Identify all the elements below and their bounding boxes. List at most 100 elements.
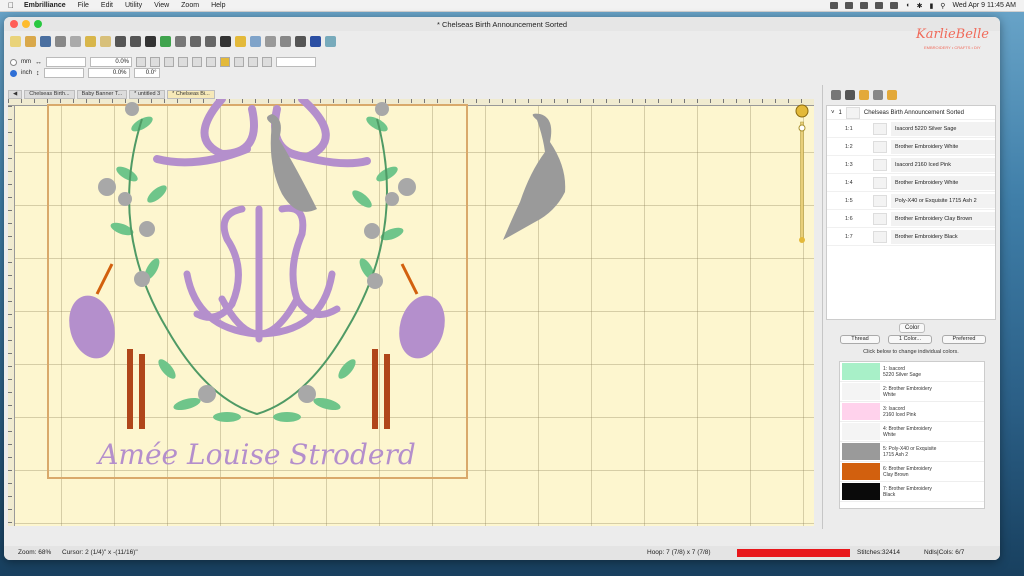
status-icon[interactable] [860, 2, 869, 9]
search-icon[interactable]: ⚲ [940, 2, 945, 10]
expand-icon[interactable]: ˅ [831, 110, 835, 116]
resequence-icon[interactable] [831, 90, 841, 100]
one-color-button[interactable]: 1 Color... [888, 335, 932, 344]
save-icon[interactable] [40, 36, 51, 47]
slider-handle[interactable] [798, 124, 806, 132]
menu-help[interactable]: Help [211, 2, 225, 9]
lock-icon[interactable] [859, 90, 869, 100]
status-icon[interactable] [845, 2, 854, 9]
paste-icon[interactable] [100, 36, 111, 47]
menu-zoom[interactable]: Zoom [181, 2, 199, 9]
help-button[interactable] [220, 57, 230, 67]
height-field[interactable] [43, 68, 84, 78]
mirror-button[interactable] [178, 57, 188, 67]
stork-object[interactable] [495, 112, 575, 242]
sequence-row[interactable]: 1:2 Brother Embroidery White [827, 138, 995, 156]
width-field[interactable] [46, 57, 86, 67]
sequence-row[interactable]: 1:7 Brother Embroidery Black [827, 228, 995, 246]
height-pct-field[interactable]: 0.0% [87, 68, 130, 78]
split-icon[interactable] [280, 36, 291, 47]
text-icon[interactable] [310, 36, 321, 47]
status-icon[interactable] [875, 2, 884, 9]
lock-ratio-button[interactable] [136, 57, 146, 67]
zoom-slider[interactable] [795, 102, 809, 247]
status-icon[interactable] [830, 2, 839, 9]
thread-button[interactable]: Thread [840, 335, 880, 344]
sequence-design-row[interactable]: ˅ 1 Chelseas Birth Announcement Sorted [827, 106, 995, 120]
print-icon[interactable] [55, 36, 66, 47]
image-icon[interactable] [325, 36, 336, 47]
menu-edit[interactable]: Edit [101, 2, 113, 9]
align-button[interactable] [192, 57, 202, 67]
rotation-field[interactable]: 0.0° [133, 68, 160, 78]
color-swatch[interactable] [842, 483, 880, 500]
copy-icon[interactable] [85, 36, 96, 47]
cut-icon[interactable] [70, 36, 81, 47]
color-tab[interactable]: Color [899, 323, 926, 333]
color-swatch[interactable] [842, 383, 880, 400]
sequence-row[interactable]: 1:5 Poly-X40 or Exquisite 1715 Ash 2 [827, 192, 995, 210]
hoop-icon[interactable] [205, 36, 216, 47]
chart-icon[interactable] [160, 36, 171, 47]
nudge-up-button[interactable] [248, 57, 258, 67]
color-row[interactable]: 1: Isacord 5220 Silver Sage [840, 362, 984, 382]
color-row[interactable]: 5: Poly-X40 or Exquisite 1715 Ash 2 [840, 442, 984, 462]
undo-icon[interactable] [115, 36, 126, 47]
menu-file[interactable]: File [78, 2, 89, 9]
menu-app[interactable]: Embrilliance [24, 2, 66, 9]
new-icon[interactable] [10, 36, 21, 47]
rotate-left-button[interactable] [150, 57, 160, 67]
tab-document-2[interactable]: Baby Banner T... [76, 90, 128, 99]
properties-icon[interactable] [845, 90, 855, 100]
color-swatch[interactable] [842, 363, 880, 380]
tab-document-4[interactable]: * Chelseas Bi... [167, 90, 215, 99]
color-row[interactable]: 4: Brother Embroidery White [840, 422, 984, 442]
open-icon[interactable] [25, 36, 36, 47]
color-row[interactable]: 3: Isacord 2160 Iced Pink [840, 402, 984, 422]
color-row[interactable]: 6: Brother Embroidery Clay Brown [840, 462, 984, 482]
applique-icon[interactable] [295, 36, 306, 47]
menu-view[interactable]: View [154, 2, 169, 9]
tab-scroll-left[interactable]: ◀ [8, 90, 23, 99]
width-pct-field[interactable]: 0.0% [90, 57, 132, 67]
battery-icon[interactable]: ▮ [929, 2, 933, 10]
unlock-icon[interactable] [887, 90, 897, 100]
menu-utility[interactable]: Utility [125, 2, 142, 9]
embroidery-design[interactable]: Amée Louise Stroderd [47, 99, 468, 479]
tab-document-1[interactable]: Chelseas Birth... [24, 90, 75, 99]
color-row[interactable]: 2: Brother Embroidery White [840, 382, 984, 402]
color-swatch[interactable] [842, 463, 880, 480]
sequence-row[interactable]: 1:1 Isacord 5220 Silver Sage [827, 120, 995, 138]
zoom-tool-icon[interactable] [175, 36, 186, 47]
rotate-right-button[interactable] [164, 57, 174, 67]
radio-mm[interactable] [10, 58, 17, 66]
sequence-row[interactable]: 1:4 Brother Embroidery White [827, 174, 995, 192]
pointer-icon[interactable] [220, 36, 231, 47]
color-swatch[interactable] [842, 443, 880, 460]
select-icon[interactable] [235, 36, 246, 47]
merge-icon[interactable] [265, 36, 276, 47]
apple-icon[interactable]:  [8, 1, 14, 10]
color-swatch[interactable] [842, 423, 880, 440]
wifi-icon[interactable]: ◖ [905, 2, 909, 9]
mail-icon[interactable] [873, 90, 883, 100]
sequence-row[interactable]: 1:6 Brother Embroidery Clay Brown [827, 210, 995, 228]
arrange-button[interactable] [206, 57, 216, 67]
radio-inch[interactable] [10, 69, 17, 77]
position-field[interactable] [276, 57, 316, 67]
color-row[interactable]: 7: Brother Embroidery Black [840, 482, 984, 502]
redo-icon[interactable] [130, 36, 141, 47]
status-icon[interactable] [890, 2, 899, 9]
clock[interactable]: Wed Apr 9 11:45 AM [952, 2, 1016, 9]
nudge-left-button[interactable] [234, 57, 244, 67]
3d-icon[interactable] [145, 36, 156, 47]
sequence-row[interactable]: 1:3 Isacord 2160 Iced Pink [827, 156, 995, 174]
preferred-button[interactable]: Preferred [942, 335, 986, 344]
ruler-icon[interactable] [190, 36, 201, 47]
tab-document-3[interactable]: * untitled 3 [129, 90, 166, 99]
nudge-down-button[interactable] [262, 57, 272, 67]
color-swatch[interactable] [842, 403, 880, 420]
slider-track[interactable] [800, 121, 804, 241]
group-icon[interactable] [250, 36, 261, 47]
bluetooth-icon[interactable]: ✱ [917, 2, 923, 10]
